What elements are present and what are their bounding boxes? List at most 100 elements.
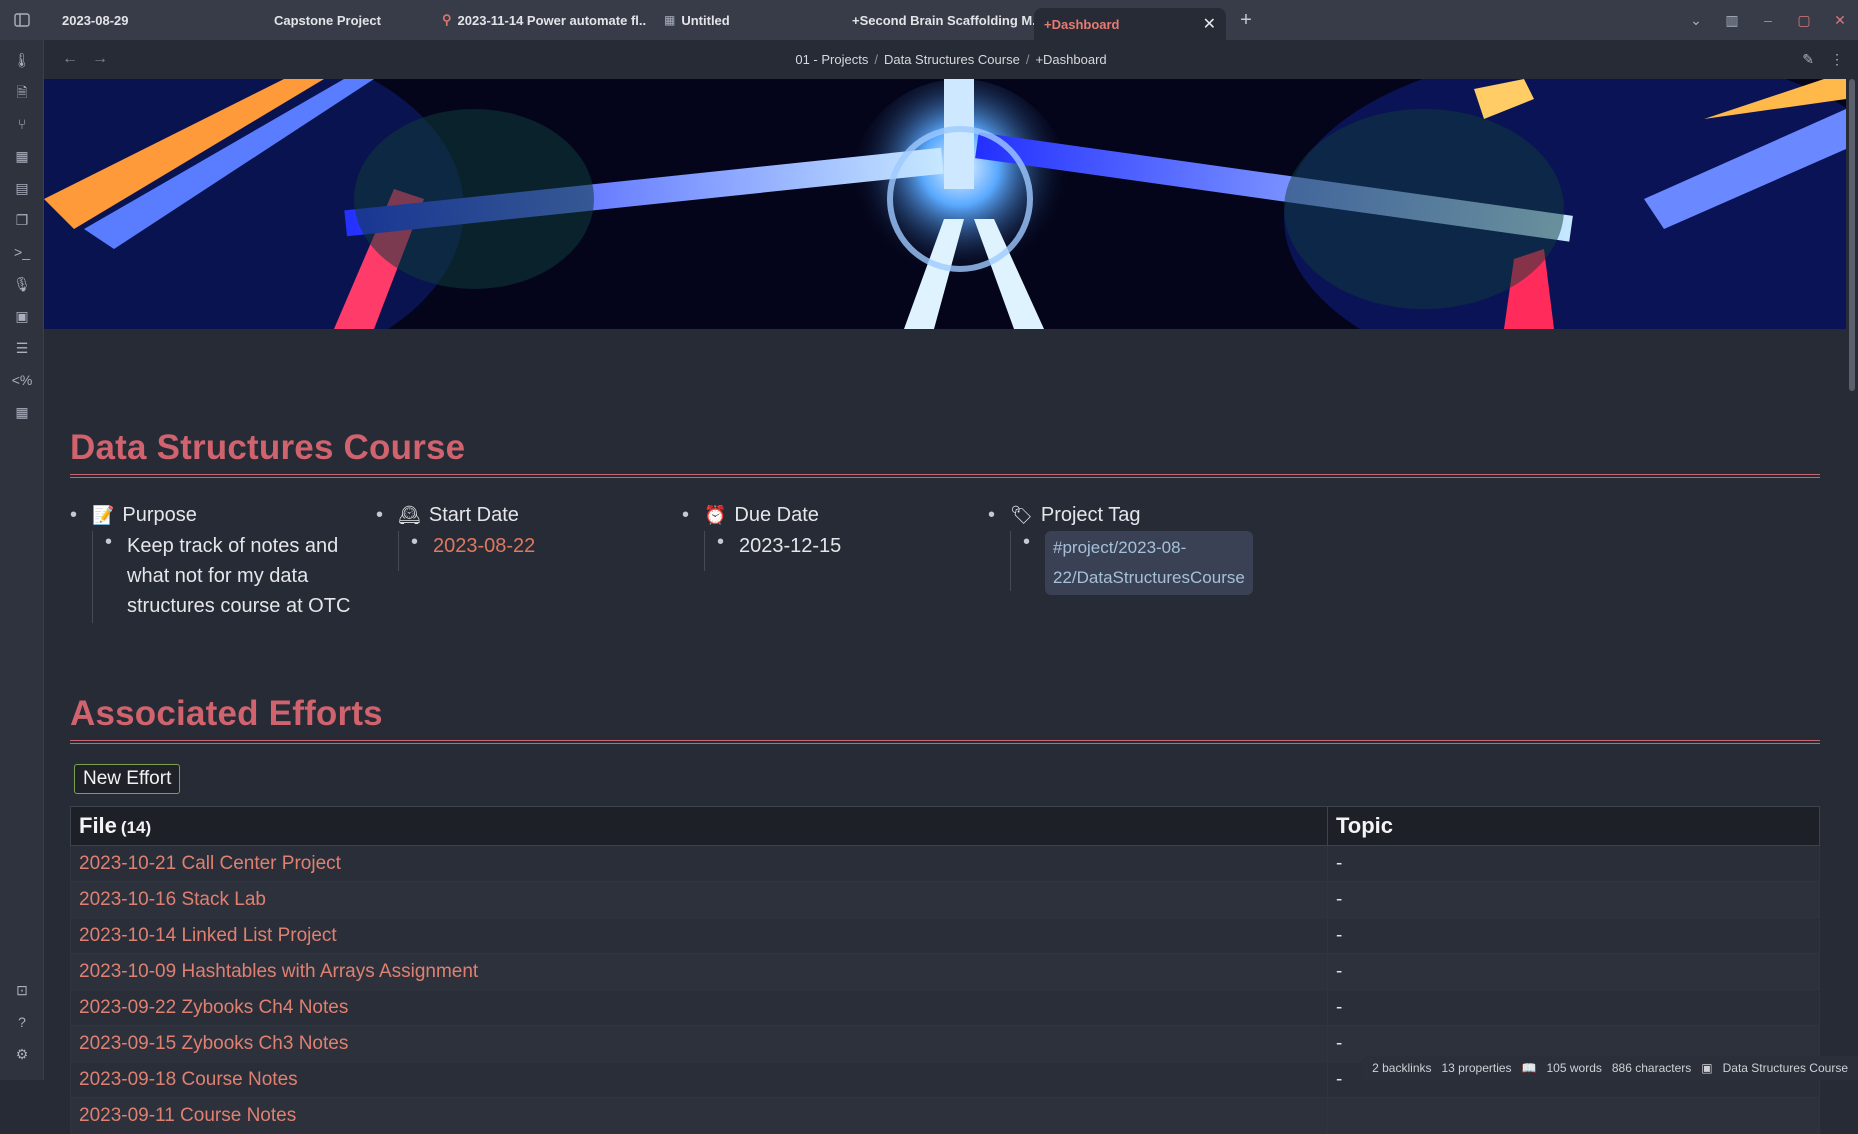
graph-view-icon[interactable]: ⑂	[0, 116, 44, 132]
sidebar-toggle-icon[interactable]	[0, 0, 44, 40]
settings-gear-icon[interactable]: ⚙	[0, 1046, 44, 1062]
copy-icon[interactable]: ❐	[0, 212, 44, 228]
microphone-icon[interactable]: 🎙︎	[0, 276, 44, 292]
maximize-icon[interactable]: ▢	[1786, 12, 1822, 29]
canvas-icon[interactable]: ▦	[0, 148, 44, 164]
meta-label: Purpose	[122, 504, 197, 526]
tab-second-brain[interactable]: +Second Brain Scaffolding M...	[834, 0, 1034, 40]
character-count: 886 characters	[1611, 1061, 1692, 1075]
alarm-clock-icon: ⏰	[704, 505, 727, 525]
table-row: 2023-09-11 Course Notes	[70, 1097, 1820, 1134]
topic-cell: -	[1327, 881, 1820, 918]
table-row: 2023-09-22 Zybooks Ch4 Notes -	[70, 989, 1820, 1026]
file-link[interactable]: 2023-10-21 Call Center Project	[70, 845, 1328, 882]
minimize-icon[interactable]: –	[1750, 12, 1786, 28]
memo-icon: 📝	[92, 505, 115, 525]
tab-label: 2023-08-29	[62, 12, 129, 28]
properties-count[interactable]: 13 properties	[1442, 1061, 1512, 1075]
tab-label: Untitled	[681, 12, 730, 28]
status-bar: 2 backlinks 13 properties 📖 105 words 88…	[1362, 1056, 1858, 1080]
breadcrumb: 01 - Projects / Data Structures Course / +Da…	[795, 51, 1107, 67]
file-link[interactable]: 2023-09-11 Course Notes	[70, 1097, 1328, 1134]
file-search-icon[interactable]: 🗎	[0, 84, 44, 100]
layout-icon[interactable]: ▣	[0, 308, 44, 324]
topic-cell: -	[1327, 989, 1820, 1026]
tab-dashboard[interactable]: +Dashboard ✕	[1034, 8, 1226, 40]
pin-icon[interactable]: ⚲	[442, 12, 452, 28]
tab-power-automate[interactable]: ⚲ 2023-11-14 Power automate fl...	[424, 0, 646, 40]
meta-start-date: 🕰Start Date •2023-08-22	[376, 504, 682, 694]
table-row: 2023-10-16 Stack Lab -	[70, 881, 1820, 918]
scrollbar[interactable]	[1849, 79, 1855, 391]
left-ribbon: 🌡︎ 🗎 ⑂ ▦ ▤ ❐ >_ 🎙︎ ▣ ☰ <% ▦ ⊡ ? ⚙	[0, 40, 44, 1080]
table-row: 2023-10-21 Call Center Project -	[70, 845, 1820, 882]
meta-label: Due Date	[734, 504, 819, 526]
split-view-icon[interactable]: ▥	[1714, 12, 1750, 29]
view-header: ← → 01 - Projects / Data Structures Course…	[44, 40, 1858, 78]
file-link[interactable]: 2023-09-22 Zybooks Ch4 Notes	[70, 989, 1328, 1026]
title-bar: 2023-08-29 Capstone Project ⚲ 2023-11-14…	[0, 0, 1858, 40]
topic-cell: -	[1327, 845, 1820, 882]
meta-purpose: 📝Purpose •Keep track of notes and what n…	[70, 504, 376, 694]
efforts-table: File (14) Topic 2023-10-21 Call Center Pr…	[70, 806, 1820, 1134]
tab-label: +Dashboard	[1044, 16, 1120, 32]
meta-label: Project Tag	[1040, 504, 1141, 526]
column-header-topic[interactable]: Topic	[1327, 806, 1820, 846]
vault-icon[interactable]: ⊡	[0, 982, 44, 998]
tab-label: 2023-11-14 Power automate fl...	[457, 12, 646, 28]
start-date-link[interactable]: 2023-08-22	[433, 531, 682, 561]
breadcrumb-item[interactable]: +Dashboard	[1035, 52, 1106, 67]
table-row: 2023-10-09 Hashtables with Arrays Assign…	[70, 953, 1820, 990]
templater-icon[interactable]: <%	[0, 372, 44, 388]
thermometer-icon[interactable]: 🌡︎	[0, 52, 44, 68]
close-icon[interactable]: ✕	[1203, 14, 1216, 34]
purpose-text: Keep track of notes and what not for my …	[127, 535, 351, 617]
banner-image	[44, 79, 1846, 329]
column-header-file[interactable]: File (14)	[70, 806, 1328, 846]
note-content: Data Structures Course 📝Purpose •Keep tr…	[70, 330, 1820, 1134]
topic-cell: -	[1327, 917, 1820, 954]
meta-label: Start Date	[428, 504, 519, 526]
help-icon[interactable]: ?	[0, 1014, 44, 1030]
project-meta: 📝Purpose •Keep track of notes and what n…	[70, 504, 1820, 694]
tab-2023-08-29[interactable]: 2023-08-29	[44, 0, 256, 40]
new-tab-plus-icon[interactable]: +	[1226, 9, 1266, 32]
file-link[interactable]: 2023-10-14 Linked List Project	[70, 917, 1328, 954]
reading-mode-book-icon[interactable]: 📖	[1522, 1061, 1537, 1075]
clock-icon: 🕰	[398, 505, 421, 525]
file-link[interactable]: 2023-09-15 Zybooks Ch3 Notes	[70, 1025, 1328, 1062]
breadcrumb-item[interactable]: Data Structures Course	[884, 52, 1020, 67]
tab-untitled[interactable]: ▦ Untitled	[646, 0, 834, 40]
current-note-name[interactable]: Data Structures Course	[1723, 1061, 1848, 1075]
table-icon[interactable]: ▦	[0, 404, 44, 420]
meta-project-tag: 🏷Project Tag •#project/2023-08-22/DataSt…	[988, 504, 1294, 694]
meta-due-date: ⏰Due Date •2023-12-15	[682, 504, 988, 694]
topic-cell: -	[1327, 953, 1820, 990]
file-link[interactable]: 2023-10-09 Hashtables with Arrays Assign…	[70, 953, 1328, 990]
calendar-icon[interactable]: ▤	[0, 180, 44, 196]
note-layout-icon: ▣	[1701, 1061, 1713, 1075]
edit-pencil-icon[interactable]: ✎	[1802, 51, 1814, 68]
due-date-value: 2023-12-15	[739, 535, 842, 557]
table-row: 2023-10-14 Linked List Project -	[70, 917, 1820, 954]
backlinks-count[interactable]: 2 backlinks	[1372, 1061, 1431, 1075]
chevron-down-icon[interactable]: ⌄	[1678, 12, 1714, 29]
window-close-icon[interactable]: ✕	[1822, 12, 1858, 29]
project-tag[interactable]: #project/2023-08-22/DataStructuresCourse	[1045, 531, 1253, 595]
section-heading-efforts: Associated Efforts	[70, 694, 1820, 744]
page-title: Data Structures Course	[70, 428, 1820, 478]
terminal-icon[interactable]: >_	[0, 244, 44, 260]
word-count: 105 words	[1546, 1061, 1602, 1075]
label-tag-icon: 🏷	[1010, 505, 1033, 525]
file-link[interactable]: 2023-10-16 Stack Lab	[70, 881, 1328, 918]
new-effort-button[interactable]: New Effort	[74, 764, 181, 794]
list-icon[interactable]: ☰	[0, 340, 44, 356]
file-count: (14)	[120, 818, 152, 837]
tab-label: +Second Brain Scaffolding M...	[852, 12, 1034, 28]
topic-cell	[1327, 1097, 1820, 1134]
tab-capstone-project[interactable]: Capstone Project	[256, 0, 424, 40]
breadcrumb-item[interactable]: 01 - Projects	[795, 52, 868, 67]
more-options-icon[interactable]: ⋮	[1830, 51, 1844, 68]
tab-label: Capstone Project	[274, 12, 381, 28]
grid-icon: ▦	[664, 13, 676, 27]
